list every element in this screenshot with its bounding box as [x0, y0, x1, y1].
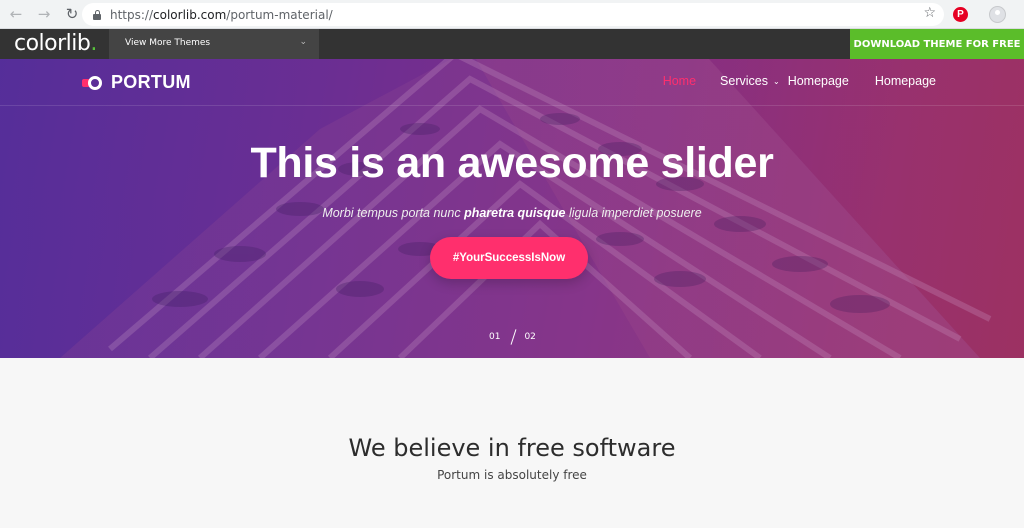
- star-icon[interactable]: ☆: [923, 5, 936, 21]
- slider-pagination: 01 02: [489, 329, 536, 345]
- address-bar[interactable]: https://colorlib.com/portum-material/ ☆: [82, 3, 944, 26]
- url-scheme: https://: [110, 7, 154, 22]
- url-path: /portum-material/: [226, 7, 333, 22]
- chevron-down-icon: ⌄: [299, 37, 307, 47]
- slide-total[interactable]: 02: [524, 332, 535, 342]
- url-host: colorlib.com: [153, 7, 227, 22]
- view-more-themes-dropdown[interactable]: View More Themes ⌄: [109, 29, 319, 59]
- slide-current[interactable]: 01: [489, 332, 500, 342]
- lock-icon: [92, 9, 102, 20]
- nav-item-homepage-2[interactable]: Homepage: [875, 74, 936, 88]
- section-title: We believe in free software: [348, 434, 676, 462]
- header-divider: [0, 105, 1024, 106]
- section-subtitle: Portum is absolutely free: [437, 468, 587, 482]
- arrow-right-icon[interactable]: →: [32, 2, 56, 26]
- arrow-left-icon[interactable]: ←: [4, 2, 28, 26]
- colorlib-logo[interactable]: colorlib.: [14, 31, 97, 56]
- hero-subtitle-pre: Morbi tempus porta nunc: [322, 206, 465, 220]
- hero-subtitle-post: ligula imperdiet posuere: [565, 206, 702, 220]
- reload-icon[interactable]: ↻: [60, 2, 84, 26]
- brand-name: PORTUM: [111, 72, 191, 92]
- download-theme-button[interactable]: DOWNLOAD THEME FOR FREE: [850, 29, 1024, 59]
- browser-toolbar: ← → ↻ https://colorlib.com/portum-materi…: [0, 0, 1024, 29]
- main-navigation: Home Services ⌄ Homepage Homepage: [637, 74, 936, 88]
- dropdown-label: View More Themes: [125, 38, 211, 48]
- hero-title: This is an awesome slider: [250, 139, 774, 187]
- nav-item-homepage-1[interactable]: Homepage: [788, 74, 849, 88]
- portum-logo-icon: [82, 75, 104, 91]
- colorlib-logo-dot: .: [90, 31, 97, 56]
- cta-button[interactable]: #YourSuccessIsNow: [430, 237, 588, 279]
- portum-logo[interactable]: PORTUM: [82, 72, 191, 93]
- hero-slider: PORTUM Home Services ⌄ Homepage Homepage …: [0, 59, 1024, 358]
- hero-subtitle-bold: pharetra quisque: [464, 206, 566, 220]
- nav-item-services[interactable]: Services ⌄: [720, 74, 780, 88]
- colorlib-bar: colorlib. View More Themes ⌄ DOWNLOAD TH…: [0, 29, 1024, 59]
- hero-subtitle: Morbi tempus porta nunc pharetra quisque…: [0, 206, 1024, 220]
- nav-item-home[interactable]: Home: [663, 74, 696, 88]
- profile-avatar-icon[interactable]: [989, 6, 1006, 23]
- nav-item-services-label: Services: [720, 74, 768, 88]
- pagination-divider: [511, 329, 517, 345]
- pinterest-extension-icon[interactable]: P: [953, 7, 968, 22]
- url-text[interactable]: https://colorlib.com/portum-material/: [110, 8, 333, 22]
- chevron-down-icon: ⌄: [772, 76, 780, 86]
- colorlib-logo-text: colorlib: [14, 31, 91, 56]
